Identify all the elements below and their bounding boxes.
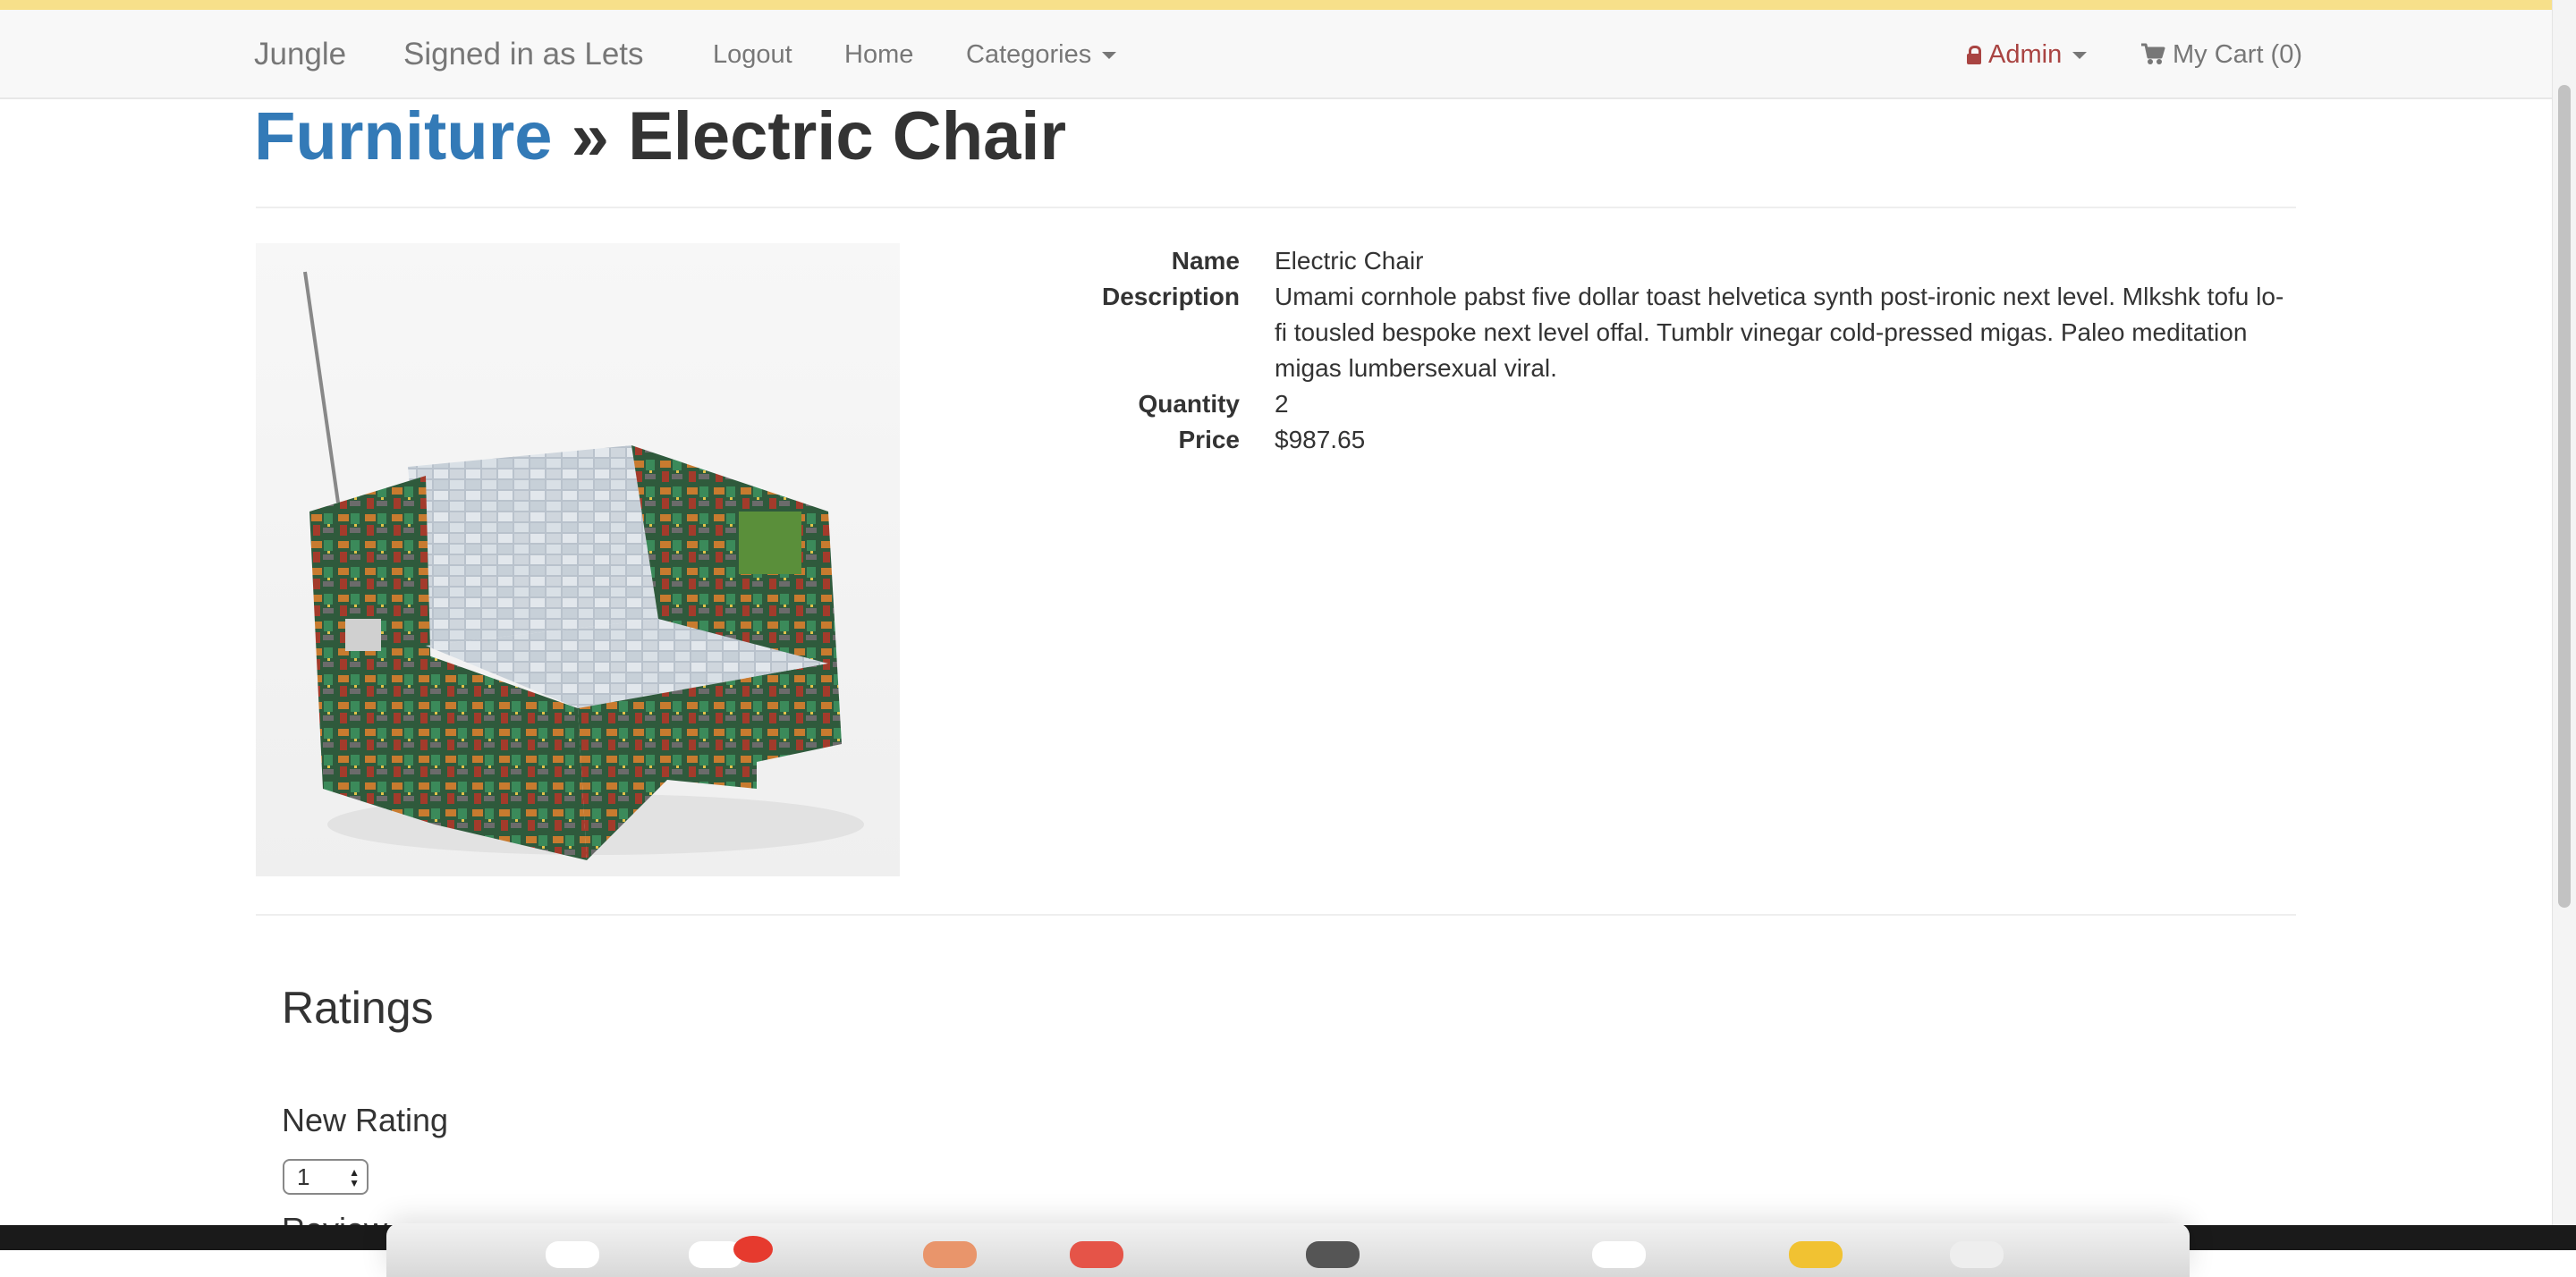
signed-in-text: Signed in as Lets xyxy=(403,37,644,72)
price-value: $987.65 xyxy=(1275,426,1366,453)
detail-quantity-row: Quantity 2 xyxy=(984,386,2290,422)
categories-label: Categories xyxy=(966,40,1092,69)
name-label: Name xyxy=(1171,247,1240,275)
dock-notification-badge-icon xyxy=(733,1236,773,1263)
dock xyxy=(386,1223,2190,1277)
ratings-heading: Ratings xyxy=(282,983,434,1033)
dock-app-icon[interactable] xyxy=(546,1241,599,1268)
browser-notification-stripe xyxy=(0,0,2576,10)
quantity-label: Quantity xyxy=(1138,390,1240,418)
page-scrollbar[interactable] xyxy=(2552,0,2576,1250)
cart-label: My Cart (0) xyxy=(2173,40,2302,69)
dock-app-icon[interactable] xyxy=(1950,1241,2004,1268)
select-arrows-icon: ▲ ▼ xyxy=(349,1166,360,1189)
title-separator: » xyxy=(571,98,609,174)
admin-dropdown[interactable]: Admin xyxy=(1967,10,2088,99)
page-title: Furniture » Electric Chair xyxy=(254,97,1066,177)
detail-description-row: Description Umami cornhole pabst five do… xyxy=(984,279,2290,386)
price-label: Price xyxy=(1178,426,1241,453)
scrollbar-thumb[interactable] xyxy=(2558,85,2571,908)
title-divider xyxy=(256,207,2296,208)
dock-app-icon[interactable] xyxy=(923,1241,977,1268)
brand-link[interactable]: Jungle xyxy=(254,10,346,99)
lock-icon xyxy=(1967,46,1981,64)
dock-app-icon[interactable] xyxy=(1789,1241,1843,1268)
dock-app-icon[interactable] xyxy=(1592,1241,1646,1268)
dock-app-icon[interactable] xyxy=(1070,1241,1123,1268)
electric-chair-image xyxy=(256,243,900,876)
caret-down-icon xyxy=(1102,52,1117,60)
dock-app-icon[interactable] xyxy=(1306,1241,1360,1268)
section-divider xyxy=(256,914,2296,916)
product-title: Electric Chair xyxy=(628,98,1067,174)
cart-link[interactable]: My Cart (0) xyxy=(2140,10,2302,99)
caret-down-icon xyxy=(2072,52,2088,60)
new-rating-heading: New Rating xyxy=(282,1102,449,1138)
logout-link[interactable]: Logout xyxy=(713,10,792,99)
top-navbar: Jungle Signed in as Lets Logout Home Cat… xyxy=(0,10,2553,99)
description-label: Description xyxy=(1101,283,1240,310)
category-link[interactable]: Furniture xyxy=(254,98,553,174)
product-image xyxy=(256,243,900,876)
admin-label: Admin xyxy=(1988,40,2063,69)
shopping-cart-icon xyxy=(2141,43,2165,64)
detail-price-row: Price $987.65 xyxy=(984,422,2290,458)
detail-name-row: Name Electric Chair xyxy=(984,243,2290,279)
categories-dropdown[interactable]: Categories xyxy=(966,10,1117,99)
rating-select[interactable]: 1 ▲ ▼ xyxy=(283,1159,369,1195)
quantity-value: 2 xyxy=(1275,390,1289,418)
product-details: Name Electric Chair Description Umami co… xyxy=(984,243,2290,458)
home-link[interactable]: Home xyxy=(844,10,913,99)
name-value: Electric Chair xyxy=(1275,247,1424,275)
description-value: Umami cornhole pabst five dollar toast h… xyxy=(1275,283,2284,382)
rating-select-value: 1 xyxy=(297,1163,310,1190)
